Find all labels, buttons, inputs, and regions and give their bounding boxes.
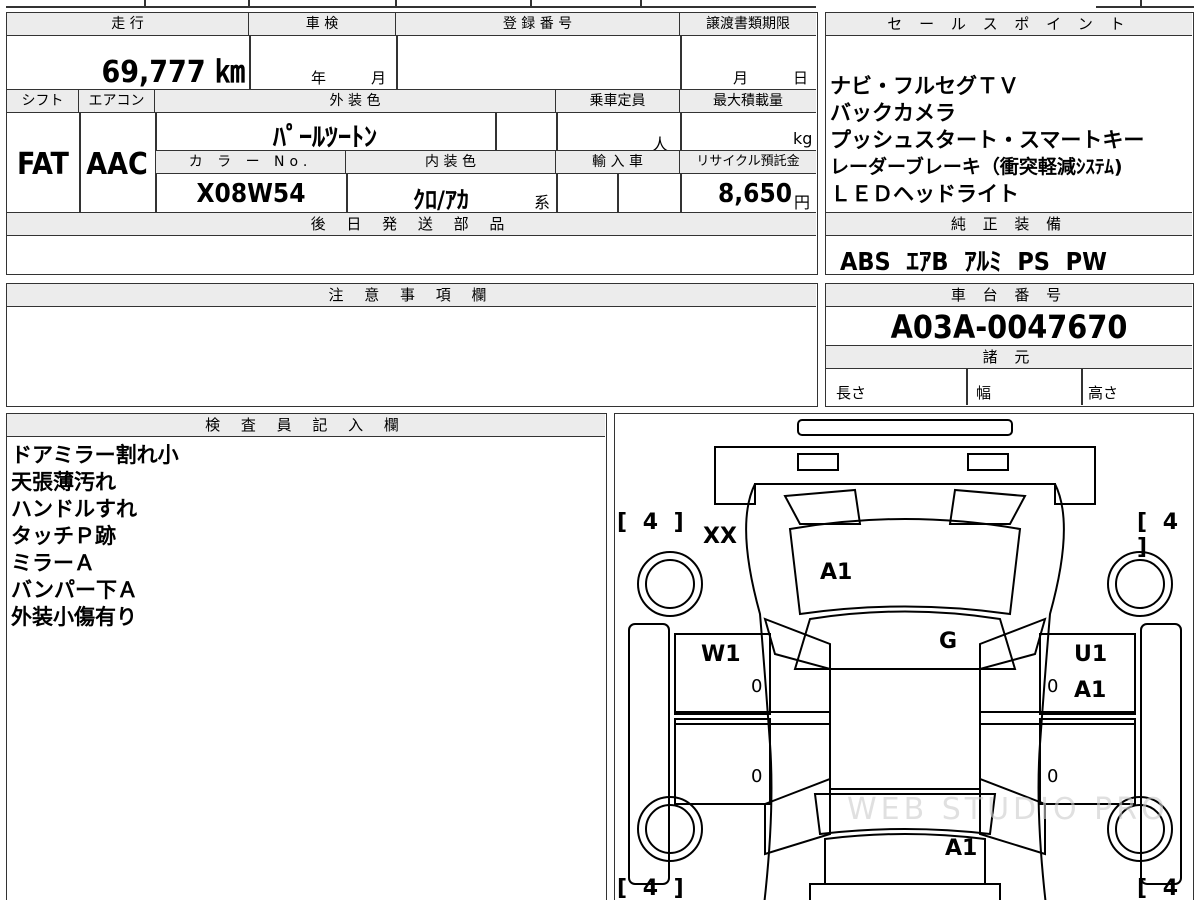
- inspector-note: ミラーＡ: [11, 551, 95, 575]
- inspector-note: ドアミラー割れ小: [11, 443, 179, 467]
- sales-points-list: ナビ・フルセグＴＶ バックカメラ プッシュスタート・スマートキー レーダーブレー…: [830, 73, 1192, 208]
- interior-color-value: ｸﾛ/ｱｶ: [413, 186, 469, 214]
- transfer-month-label: 月: [733, 69, 749, 87]
- inspector-note: 外装小傷有り: [11, 605, 137, 629]
- damage-mark-front-left: XX: [703, 524, 737, 549]
- genuine-equipment-label: 純 正 装 備: [826, 213, 1192, 236]
- inspector-note: バンパー下Ａ: [11, 578, 139, 602]
- color-no-label: カ ラ ー No.: [156, 151, 346, 174]
- tire-front-left-score: [ 4 ]: [617, 510, 688, 535]
- damage-mark-windshield: A1: [820, 560, 853, 585]
- genuine-equipment-value: ABS ｴｱB ｱﾙﾐ PS PW: [840, 247, 1107, 276]
- inspector-notes: ドアミラー割れ小 天張薄汚れ ハンドルすれ タッチＰ跡 ミラーＡ バンパー下Ａ …: [7, 442, 597, 631]
- damage-mark-roof: G: [939, 629, 958, 654]
- later-parts-label: 後 日 発 送 部 品: [7, 213, 816, 236]
- caution-label: 注 意 事 項 欄: [7, 284, 816, 307]
- damage-mark-rear: A1: [945, 836, 978, 861]
- aircon-label: エアコン: [79, 90, 155, 113]
- zero-mark: 0: [751, 676, 763, 697]
- recycle-unit: 円: [794, 193, 811, 212]
- spec-length-label: 長さ: [836, 384, 867, 402]
- exterior-color-label: 外 装 色: [155, 90, 556, 113]
- zero-mark: 0: [1047, 676, 1059, 697]
- sales-point-item: ＬＥＤヘッドライト: [830, 182, 1019, 206]
- chassis-label: 車 台 番 号: [826, 284, 1192, 307]
- chassis-number: A03A-0047670: [890, 308, 1128, 346]
- specs-label: 諸 元: [826, 346, 1192, 369]
- damage-mark-right-front-door-2: A1: [1074, 678, 1107, 703]
- import-car-label: 輸 入 車: [556, 151, 680, 174]
- top-strip: [0, 0, 1200, 8]
- sales-point-item: ナビ・フルセグＴＶ: [830, 74, 1019, 98]
- registration-label: 登 録 番 号: [396, 13, 680, 36]
- recycle-label: リサイクル預託金: [680, 151, 816, 174]
- shaken-year-label: 年: [311, 69, 327, 87]
- inspector-panel: 検 査 員 記 入 欄 ドアミラー割れ小 天張薄汚れ ハンドルすれ タッチＰ跡 …: [6, 413, 607, 900]
- shift-label: シフト: [7, 90, 79, 113]
- sales-points-label: セ ー ル ス ポ イ ン ト: [826, 13, 1192, 36]
- inspector-note: タッチＰ跡: [11, 524, 116, 548]
- spec-height-label: 高さ: [1088, 384, 1119, 402]
- caution-panel: 注 意 事 項 欄: [6, 283, 818, 407]
- aircon-value: AAC: [86, 147, 148, 182]
- car-diagram-panel: [ 4 ] [ 4 ] [ 4 ] [ 4 ] XX A1 G W1 U1 A1…: [614, 413, 1194, 900]
- interior-color-label: 内 装 色: [346, 151, 556, 174]
- spec-width-label: 幅: [976, 384, 992, 402]
- color-no-value: X08W54: [196, 179, 306, 209]
- exterior-color-value: ﾊﾟｰﾙﾂｰﾄﾝ: [272, 123, 377, 153]
- vehicle-info-table: 走 行 車 検 登 録 番 号 譲渡書類期限 69,777 ㎞ 年 月 月 日 …: [6, 12, 818, 275]
- sales-point-item: レーダーブレーキ（衝突軽減ｼｽﾃﾑ): [830, 156, 1123, 178]
- shaken-month-label: 月: [371, 69, 387, 87]
- tire-rear-left-score: [ 4 ]: [617, 876, 688, 900]
- max-load-unit: kg: [793, 129, 813, 148]
- transfer-docs-label: 譲渡書類期限: [680, 13, 816, 36]
- sales-points-panel: セ ー ル ス ポ イ ン ト ナビ・フルセグＴＶ バックカメラ プッシュスター…: [825, 12, 1194, 276]
- tire-front-right-score: [ 4 ]: [1137, 510, 1183, 560]
- transfer-day-label: 日: [793, 69, 809, 87]
- interior-color-suffix: 系: [534, 193, 551, 212]
- shift-value: FAT: [17, 147, 69, 182]
- shaken-label: 車 検: [249, 13, 396, 36]
- inspector-note: 天張薄汚れ: [11, 470, 116, 494]
- mileage-label: 走 行: [7, 13, 249, 36]
- mileage-value: 69,777 ㎞: [101, 55, 245, 90]
- chassis-panel: 車 台 番 号 A03A-0047670 諸 元 長さ 幅 高さ: [825, 283, 1194, 407]
- sales-point-item: プッシュスタート・スマートキー: [830, 128, 1145, 152]
- max-load-label: 最大積載量: [680, 90, 816, 113]
- capacity-label: 乗車定員: [556, 90, 680, 113]
- recycle-value: 8,650: [718, 179, 792, 209]
- damage-mark-right-front-door-1: U1: [1074, 642, 1108, 667]
- inspector-note: ハンドルすれ: [11, 497, 137, 521]
- damage-mark-left-front-door: W1: [701, 642, 741, 667]
- inspector-label: 検 査 員 記 入 欄: [7, 414, 605, 437]
- sales-point-item: バックカメラ: [830, 101, 956, 125]
- watermark: WEB STUDIO PRO: [847, 792, 1169, 827]
- tire-rear-right-score: [ 4 ]: [1137, 876, 1183, 900]
- zero-mark: 0: [751, 766, 763, 787]
- zero-mark: 0: [1047, 766, 1059, 787]
